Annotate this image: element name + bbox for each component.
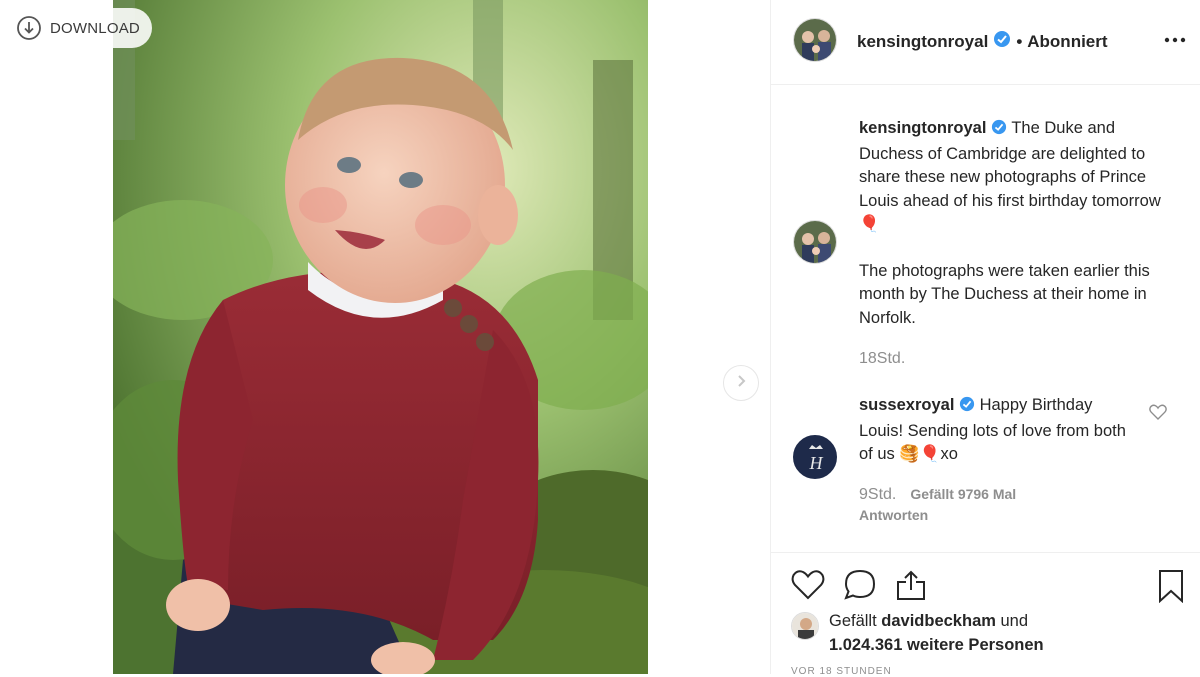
- like-heart-icon[interactable]: [791, 569, 825, 606]
- post-photo[interactable]: [113, 0, 648, 674]
- commenter-avatar[interactable]: H: [793, 435, 837, 479]
- post-header: kensingtonroyal • Abonniert: [771, 0, 1200, 85]
- likes-middle: und: [995, 612, 1029, 630]
- chevron-right-icon: [734, 374, 748, 393]
- verified-badge-icon: [993, 30, 1011, 53]
- commenter-username[interactable]: sussexroyal: [859, 396, 954, 414]
- comment: sussexroyal Happy Birthday Louis! Sendin…: [859, 394, 1139, 524]
- caption-username[interactable]: kensingtonroyal: [859, 119, 986, 137]
- comment-icon[interactable]: [843, 569, 877, 606]
- author-username[interactable]: kensingtonroyal: [857, 32, 988, 52]
- reply-button[interactable]: Antworten: [859, 506, 1139, 524]
- follow-status-button[interactable]: Abonniert: [1027, 32, 1107, 52]
- likes-prefix: Gefällt: [829, 612, 882, 630]
- likes-count[interactable]: 1.024.361 weitere Personen: [829, 636, 1044, 654]
- verified-badge-icon: [991, 119, 1007, 143]
- header-separator: •: [1016, 31, 1023, 51]
- caption-text-2: The photographs were taken earlier this …: [859, 261, 1155, 327]
- next-photo-button[interactable]: [723, 365, 759, 401]
- caption-time[interactable]: 18Std.: [859, 347, 1169, 371]
- download-icon: [16, 15, 42, 41]
- post-sidebar: kensingtonroyal • Abonniert kensingtonro…: [770, 0, 1200, 677]
- likes-summary: Gefällt davidbeckham und 1.024.361 weite…: [791, 610, 1044, 657]
- post-timestamp[interactable]: VOR 18 STUNDEN: [791, 666, 892, 677]
- caption-avatar[interactable]: [793, 220, 837, 264]
- share-icon[interactable]: [895, 569, 927, 606]
- download-button[interactable]: DOWNLOAD: [8, 8, 152, 48]
- liker-username[interactable]: davidbeckham: [881, 612, 996, 630]
- comment-likes[interactable]: Gefällt 9796 Mal: [910, 483, 1016, 507]
- bookmark-icon[interactable]: [1157, 569, 1185, 608]
- more-options-icon[interactable]: [1161, 30, 1189, 50]
- liker-avatar[interactable]: [791, 612, 819, 640]
- comment-time[interactable]: 9Std.: [859, 483, 896, 507]
- download-label: DOWNLOAD: [50, 19, 140, 37]
- caption: kensingtonroyal The Duke and Duchess of …: [859, 117, 1169, 371]
- photo-illustration: [113, 0, 648, 674]
- verified-badge-icon: [959, 396, 975, 420]
- author-avatar[interactable]: [793, 18, 837, 62]
- comment-like-heart-icon[interactable]: [1149, 404, 1167, 425]
- media-area: DOWNLOAD: [0, 0, 770, 674]
- svg-text:H: H: [809, 453, 824, 473]
